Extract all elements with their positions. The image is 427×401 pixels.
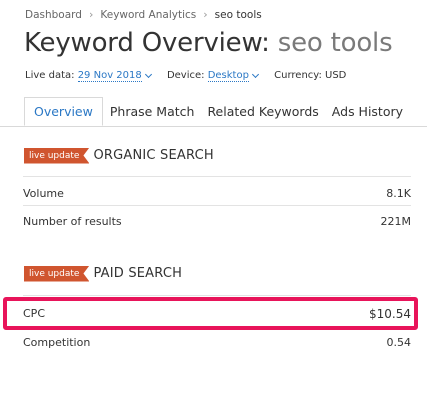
live-update-badge: live update [24, 148, 89, 164]
device-setting: Device: Desktop [166, 70, 261, 82]
metric-label: Number of results [23, 215, 122, 228]
metric-value: 221M [380, 215, 412, 228]
section-title: ORGANIC SEARCH [93, 148, 214, 163]
live-update-badge: live update [24, 266, 89, 282]
tab-overview[interactable]: Overview [24, 97, 103, 126]
metric-value: 0.54 [386, 336, 412, 349]
chevron-down-icon[interactable] [251, 70, 259, 78]
chevron-right-icon: › [203, 8, 208, 21]
paid-search-header: live update PAID SEARCH [24, 263, 182, 279]
highlight-box [3, 297, 418, 330]
chevron-down-icon[interactable] [144, 70, 152, 78]
tab-phrase-match[interactable]: Phrase Match [104, 98, 201, 127]
breadcrumb-keyword-analytics[interactable]: Keyword Analytics [100, 9, 196, 21]
metric-value: 8.1K [386, 187, 411, 200]
divider [23, 295, 411, 296]
divider [23, 205, 411, 206]
chevron-right-icon: › [88, 8, 94, 21]
date-dropdown[interactable]: 29 Nov 2018 [77, 70, 142, 82]
page-title-query: seo tools [277, 28, 393, 58]
live-data-label: Live data: [25, 70, 75, 81]
report-tabs: Overview Phrase Match Related Keywords Ads … [24, 97, 427, 126]
page-title-prefix: Keyword Overview: [24, 28, 278, 58]
divider [23, 176, 411, 177]
report-settings: Live data: 29 Nov 2018 Device: Desktop C… [25, 70, 356, 82]
tab-related-keywords[interactable]: Related Keywords [201, 98, 324, 127]
tabs-divider [0, 126, 427, 127]
section-title: PAID SEARCH [93, 266, 183, 281]
page-title: Keyword Overview: seo tools [24, 28, 393, 58]
device-label: Device: [166, 70, 205, 81]
metric-label: Competition [23, 336, 91, 349]
metric-row-results: Number of results 221M [23, 212, 411, 232]
live-data-setting: Live data: 29 Nov 2018 [25, 70, 154, 82]
breadcrumb-dashboard[interactable]: Dashboard [25, 9, 82, 21]
breadcrumb-current: seo tools [214, 9, 262, 21]
metric-row-competition: Competition 0.54 [23, 333, 411, 353]
device-dropdown[interactable]: Desktop [207, 70, 249, 82]
currency-label: Currency: USD [274, 70, 347, 81]
organic-search-header: live update ORGANIC SEARCH [24, 145, 214, 161]
metric-row-volume: Volume 8.1K [23, 184, 411, 204]
breadcrumb: Dashboard › Keyword Analytics › seo tools [25, 8, 262, 21]
metric-label: Volume [23, 187, 64, 200]
tab-ads-history[interactable]: Ads History [326, 98, 409, 127]
